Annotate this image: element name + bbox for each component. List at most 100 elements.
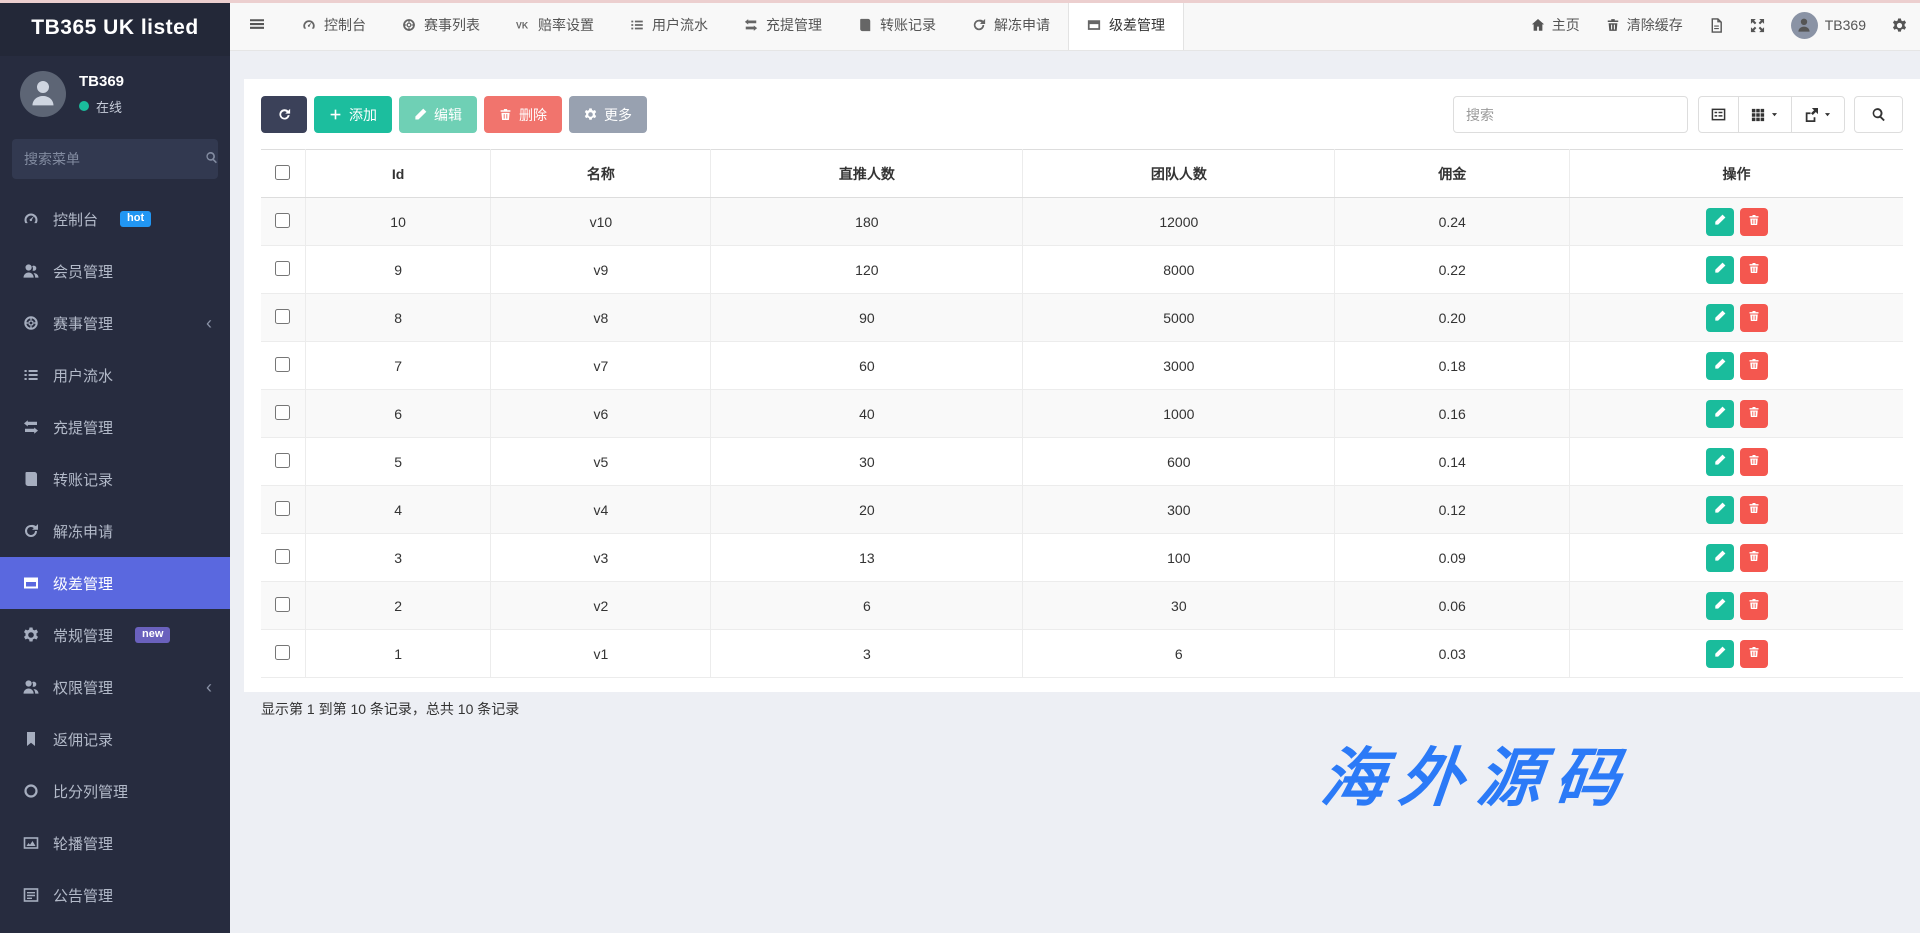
cell-commission: 0.16 [1335, 390, 1570, 438]
sidebar-item-label: 解冻申请 [53, 521, 113, 542]
sidebar-item-5[interactable]: 转账记录 [0, 453, 230, 505]
add-label: 添加 [349, 105, 377, 125]
svg-text:VK: VK [516, 21, 529, 31]
topnav-tab-0[interactable]: 控制台 [284, 0, 384, 50]
sidebar-item-0[interactable]: 控制台hot [0, 193, 230, 245]
row-delete-button[interactable] [1740, 256, 1768, 284]
row-checkbox[interactable] [275, 309, 290, 324]
topnav-tab-label: 控制台 [324, 15, 366, 35]
pencil-icon [1714, 502, 1726, 517]
row-delete-button[interactable] [1740, 592, 1768, 620]
row-checkbox[interactable] [275, 357, 290, 372]
table-row: 1v1360.03 [261, 630, 1903, 678]
cell-direct: 90 [711, 294, 1023, 342]
topnav-tab-5[interactable]: 转账记录 [840, 0, 954, 50]
sidebar-item-6[interactable]: 解冻申请 [0, 505, 230, 557]
table-search-input[interactable] [1453, 96, 1688, 133]
trash-icon [1748, 310, 1760, 325]
row-edit-button[interactable] [1706, 544, 1734, 572]
topnav-tab-2[interactable]: VK 赔率设置 [498, 0, 612, 50]
row-checkbox[interactable] [275, 549, 290, 564]
row-edit-button[interactable] [1706, 496, 1734, 524]
row-delete-button[interactable] [1740, 544, 1768, 572]
row-edit-button[interactable] [1706, 256, 1734, 284]
add-button[interactable]: 添加 [314, 96, 392, 133]
row-delete-button[interactable] [1740, 448, 1768, 476]
table-row: 2v26300.06 [261, 582, 1903, 630]
fullscreen-button[interactable] [1737, 0, 1778, 50]
edit-button[interactable]: 编辑 [399, 96, 477, 133]
pencil-icon [1714, 406, 1726, 421]
profile-menu[interactable]: TB369 [1778, 0, 1879, 50]
sidebar-toggle-button[interactable] [230, 0, 284, 50]
row-delete-button[interactable] [1740, 208, 1768, 236]
topnav-tab-label: 赛事列表 [424, 15, 480, 35]
language-button[interactable] [1696, 0, 1737, 50]
topnav-tab-label: 赔率设置 [538, 15, 594, 35]
sidebar-item-2[interactable]: 赛事管理‹ [0, 297, 230, 349]
cell-actions [1570, 486, 1903, 534]
topnav-tab-6[interactable]: 解冻申请 [954, 0, 1068, 50]
sidebar-item-3[interactable]: 用户流水 [0, 349, 230, 401]
settings-button[interactable] [1879, 0, 1920, 50]
cell-team: 8000 [1023, 246, 1335, 294]
row-delete-button[interactable] [1740, 496, 1768, 524]
trash-icon [1748, 262, 1760, 277]
sidebar-item-7[interactable]: 级差管理 [0, 557, 230, 609]
row-delete-button[interactable] [1740, 400, 1768, 428]
delete-button[interactable]: 删除 [484, 96, 562, 133]
columns-button[interactable] [1738, 96, 1792, 133]
topnav-tab-label: 转账记录 [880, 15, 936, 35]
sidebar-item-10[interactable]: 返佣记录 [0, 713, 230, 765]
row-edit-button[interactable] [1706, 304, 1734, 332]
row-checkbox[interactable] [275, 645, 290, 660]
row-edit-button[interactable] [1706, 400, 1734, 428]
sidebar-item-8[interactable]: 常规管理new [0, 609, 230, 661]
toggle-view-button[interactable] [1698, 96, 1739, 133]
topnav-tab-7[interactable]: 级差管理 [1068, 0, 1184, 50]
search-submit-button[interactable] [1854, 96, 1903, 133]
delete-label: 删除 [519, 105, 547, 125]
row-checkbox[interactable] [275, 501, 290, 516]
cell-commission: 0.22 [1335, 246, 1570, 294]
cell-actions [1570, 534, 1903, 582]
ledger-icon [23, 471, 40, 487]
row-checkbox[interactable] [275, 453, 290, 468]
sidebar-item-13[interactable]: 公告管理 [0, 869, 230, 921]
gear-icon [23, 627, 40, 643]
cell-id: 4 [305, 486, 491, 534]
cell-name: v7 [491, 342, 711, 390]
export-button[interactable] [1791, 96, 1845, 133]
more-button[interactable]: 更多 [569, 96, 647, 133]
menu-search-input[interactable] [24, 151, 205, 167]
row-delete-button[interactable] [1740, 640, 1768, 668]
home-button[interactable]: 主页 [1518, 0, 1593, 50]
row-checkbox[interactable] [275, 597, 290, 612]
clear-cache-label: 清除缓存 [1627, 15, 1683, 35]
select-all-checkbox[interactable] [275, 165, 290, 180]
row-delete-button[interactable] [1740, 352, 1768, 380]
sidebar-item-9[interactable]: 权限管理‹ [0, 661, 230, 713]
row-checkbox[interactable] [275, 261, 290, 276]
row-delete-button[interactable] [1740, 304, 1768, 332]
row-checkbox[interactable] [275, 405, 290, 420]
search-icon [1871, 107, 1886, 122]
pencil-icon [1714, 454, 1726, 469]
row-edit-button[interactable] [1706, 352, 1734, 380]
row-edit-button[interactable] [1706, 448, 1734, 476]
person-icon [28, 78, 58, 111]
sidebar-item-4[interactable]: 充提管理 [0, 401, 230, 453]
sidebar-item-12[interactable]: 轮播管理 [0, 817, 230, 869]
sidebar-item-11[interactable]: 比分列管理 [0, 765, 230, 817]
row-checkbox[interactable] [275, 213, 290, 228]
refresh-button[interactable] [261, 96, 307, 133]
row-edit-button[interactable] [1706, 640, 1734, 668]
clear-cache-button[interactable]: 清除缓存 [1593, 0, 1696, 50]
topnav-tab-1[interactable]: 赛事列表 [384, 0, 498, 50]
topnav-tab-3[interactable]: 用户流水 [612, 0, 726, 50]
table-row: 10v10180120000.24 [261, 198, 1903, 246]
row-edit-button[interactable] [1706, 208, 1734, 236]
sidebar-item-1[interactable]: 会员管理 [0, 245, 230, 297]
topnav-tab-4[interactable]: 充提管理 [726, 0, 840, 50]
row-edit-button[interactable] [1706, 592, 1734, 620]
